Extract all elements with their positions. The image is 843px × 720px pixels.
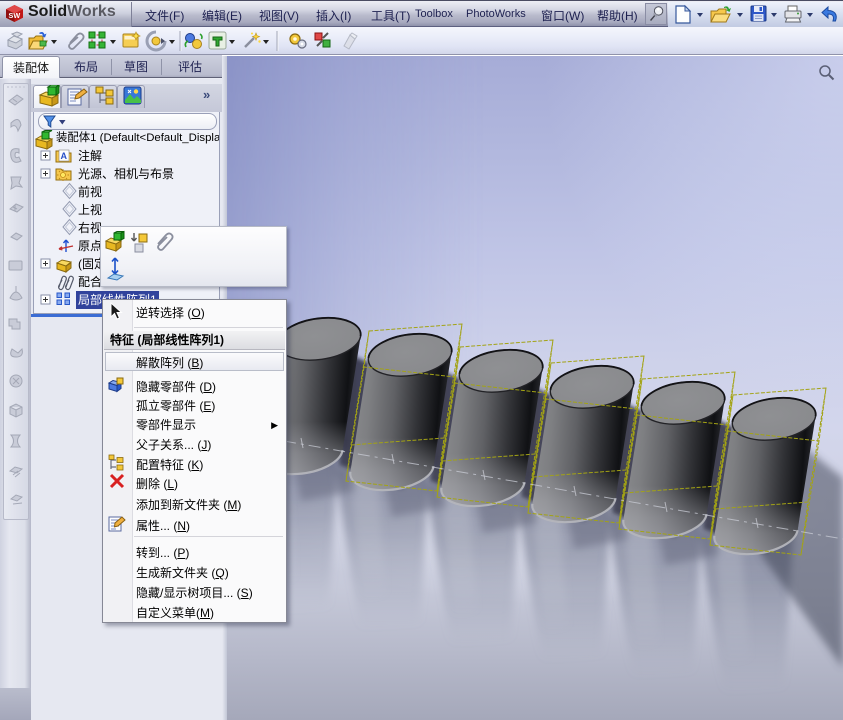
- svg-text:SW: SW: [9, 11, 21, 20]
- svg-text:A: A: [61, 151, 68, 161]
